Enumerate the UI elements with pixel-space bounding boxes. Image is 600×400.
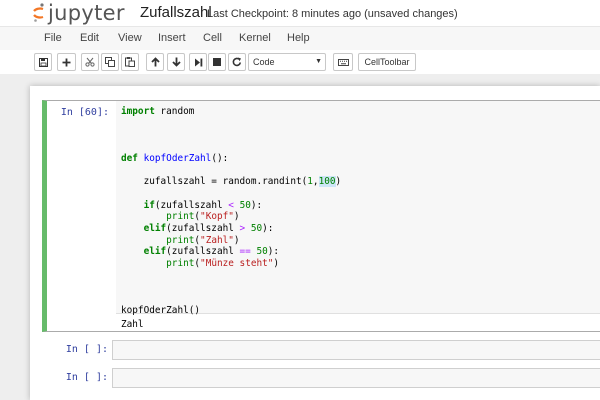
keyboard-icon bbox=[337, 58, 349, 66]
jupyter-logo[interactable]: jupyter bbox=[33, 1, 125, 25]
code-line: if(zufallszahl < 50): bbox=[143, 199, 263, 211]
code-line: import random bbox=[121, 106, 195, 117]
celltoolbar-button[interactable]: CellToolbar bbox=[358, 53, 416, 71]
run-button[interactable] bbox=[189, 53, 207, 71]
restart-icon bbox=[232, 57, 242, 67]
stop-button[interactable] bbox=[208, 53, 226, 71]
move-up-button[interactable] bbox=[146, 53, 164, 71]
move-up-icon bbox=[150, 57, 160, 67]
add-cell-button[interactable] bbox=[57, 53, 76, 71]
menu-cell[interactable]: Cell bbox=[203, 31, 222, 45]
notebook-name[interactable]: Zufallszahl bbox=[140, 4, 212, 22]
command-palette-button[interactable] bbox=[333, 53, 353, 71]
copy-icon bbox=[105, 57, 115, 67]
paste-icon bbox=[125, 57, 135, 67]
notebook-page: In [60]: import random def kopfOderZahl(… bbox=[30, 86, 600, 400]
logo-text: jupyter bbox=[48, 1, 125, 25]
jupyter-logo-icon bbox=[33, 3, 44, 22]
chevron-down-icon: ▼ bbox=[315, 58, 322, 65]
input-prompt: In [60]: bbox=[60, 107, 109, 118]
add-icon bbox=[62, 58, 71, 66]
checkpoint-status: Last Checkpoint: 8 minutes ago (unsaved … bbox=[207, 8, 458, 20]
code-line: print("Münze steht") bbox=[166, 258, 280, 270]
code-line: print("Kopf") bbox=[166, 211, 240, 223]
menu-file[interactable]: File bbox=[44, 31, 62, 45]
cell-type-value: Code bbox=[253, 57, 275, 67]
save-button[interactable] bbox=[34, 53, 52, 71]
code-editor[interactable]: import random def kopfOderZahl(): zufall… bbox=[121, 106, 341, 317]
code-line: print("Zahl") bbox=[166, 234, 240, 246]
header: jupyter Zufallszahl Last Checkpoint: 8 m… bbox=[0, 0, 600, 26]
toolbar: Code ▼ CellToolbar bbox=[0, 50, 600, 74]
code-line: zufallszahl = random.randint(1,100) bbox=[121, 176, 342, 188]
code-line: elif(zufallszahl == 50): bbox=[143, 246, 280, 258]
menubar: File Edit View Insert Cell Kernel Help bbox=[0, 26, 600, 52]
menu-kernel[interactable]: Kernel bbox=[239, 31, 271, 45]
code-cell-selected[interactable]: In [60]: import random def kopfOderZahl(… bbox=[42, 100, 600, 332]
menu-view[interactable]: View bbox=[118, 31, 142, 45]
menu-edit[interactable]: Edit bbox=[80, 31, 99, 45]
paste-button[interactable] bbox=[121, 53, 139, 71]
copy-button[interactable] bbox=[101, 53, 119, 71]
code-input-area[interactable] bbox=[112, 368, 600, 388]
run-icon bbox=[194, 58, 202, 66]
restart-button[interactable] bbox=[228, 53, 246, 71]
code-line: kopfOderZahl() bbox=[121, 304, 201, 316]
cell-type-select[interactable]: Code ▼ bbox=[248, 53, 326, 71]
code-input-area[interactable] bbox=[112, 340, 600, 360]
cut-icon bbox=[85, 57, 95, 67]
stop-icon bbox=[213, 58, 221, 66]
move-down-icon bbox=[171, 57, 181, 67]
code-cell[interactable]: In [ ]: bbox=[42, 368, 600, 388]
cut-button[interactable] bbox=[81, 53, 99, 71]
notebook-container: In [60]: import random def kopfOderZahl(… bbox=[0, 86, 600, 400]
move-down-button[interactable] bbox=[167, 53, 185, 71]
cell-output: Zahl bbox=[121, 319, 144, 330]
input-prompt: In [ ]: bbox=[65, 372, 108, 383]
menu-help[interactable]: Help bbox=[287, 31, 310, 45]
save-icon bbox=[38, 57, 48, 67]
input-prompt: In [ ]: bbox=[65, 344, 108, 355]
code-cell[interactable]: In [ ]: bbox=[42, 340, 600, 360]
code-input-area[interactable]: import random def kopfOderZahl(): zufall… bbox=[116, 101, 600, 317]
code-line: def kopfOderZahl(): bbox=[121, 152, 229, 164]
menu-insert[interactable]: Insert bbox=[158, 31, 186, 45]
code-line: elif(zufallszahl > 50): bbox=[143, 223, 274, 235]
